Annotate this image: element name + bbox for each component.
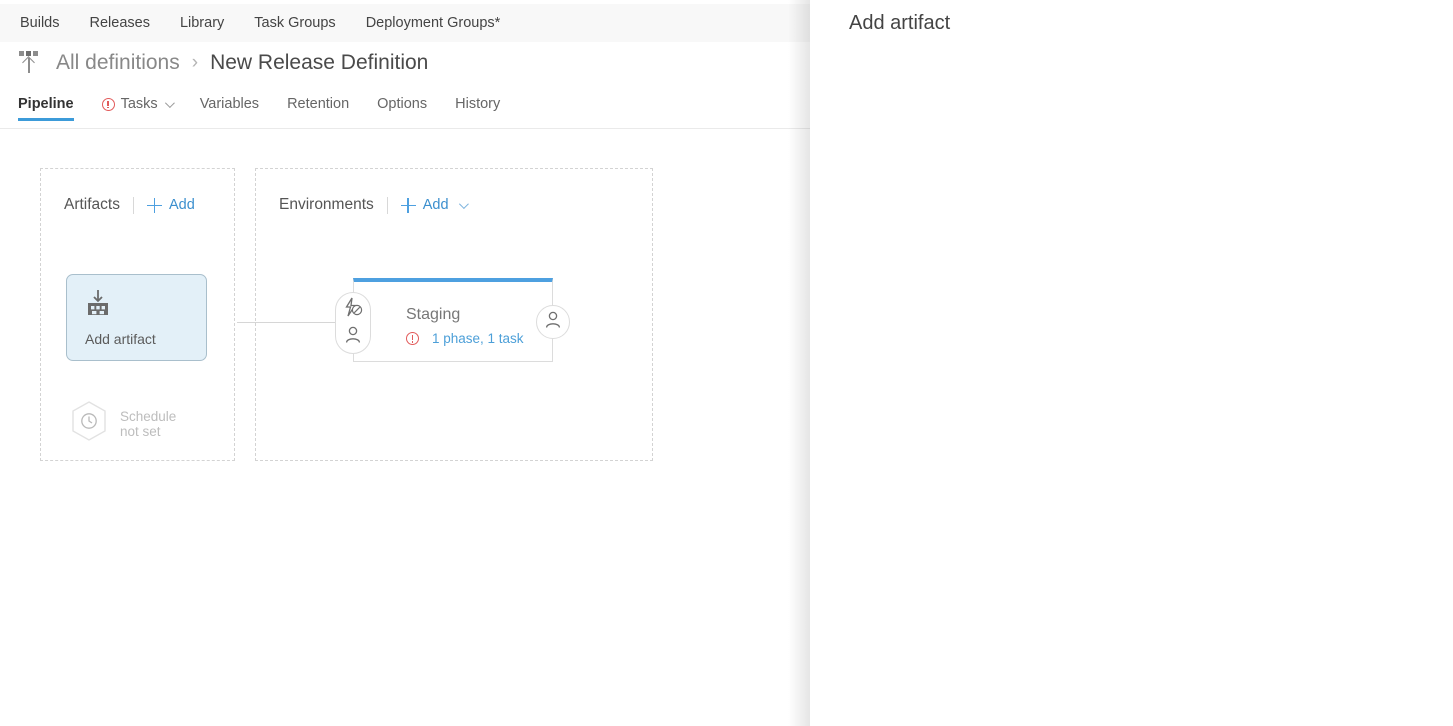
tab-history-label: History: [455, 96, 501, 112]
panel-title: Add artifact: [849, 12, 951, 34]
warning-circle-icon: [101, 97, 115, 111]
person-icon: [343, 326, 363, 349]
pre-deployment-conditions-icon: [342, 297, 364, 322]
chevron-down-icon[interactable]: [458, 198, 469, 209]
nav-item-library[interactable]: Library: [180, 15, 224, 31]
nav-item-builds[interactable]: Builds: [20, 15, 60, 31]
release-definition-icon: [18, 50, 42, 76]
add-artifact-card-label: Add artifact: [85, 331, 156, 347]
schedule-line-2: not set: [120, 423, 161, 439]
pipeline-connector: [237, 322, 335, 323]
environment-status-label: 1 phase, 1 task: [432, 331, 524, 346]
tab-tasks[interactable]: Tasks: [101, 96, 175, 121]
breadcrumb-all-definitions[interactable]: All definitions: [56, 51, 180, 75]
tab-pipeline-label: Pipeline: [18, 96, 74, 112]
tab-bar-divider: [0, 128, 810, 129]
add-artifact-panel: Add artifact Source type: [810, 0, 1453, 726]
warning-circle-icon: [406, 332, 419, 345]
breadcrumb-separator: ›: [191, 52, 199, 73]
add-environment-link[interactable]: Add: [423, 197, 449, 213]
top-navigation: Builds Releases Library Task Groups Depl…: [0, 4, 810, 42]
tab-variables[interactable]: Variables: [200, 96, 259, 121]
build-artifact-icon: [85, 289, 111, 324]
environment-status[interactable]: 1 phase, 1 task: [406, 331, 524, 346]
person-icon: [543, 311, 563, 334]
schedule-trigger[interactable]: Schedule not set: [70, 400, 176, 447]
nav-item-task-groups[interactable]: Task Groups: [254, 15, 335, 31]
tab-tasks-label: Tasks: [120, 96, 158, 112]
tab-variables-label: Variables: [199, 96, 260, 112]
artifacts-title: Artifacts: [64, 196, 120, 213]
nav-item-deployment-groups[interactable]: Deployment Groups*: [366, 15, 501, 31]
environment-name: Staging: [406, 306, 461, 323]
add-artifact-link[interactable]: Add: [169, 197, 195, 213]
clock-icon: [70, 400, 108, 447]
tab-options-label: Options: [377, 96, 428, 112]
environments-title: Environments: [279, 196, 374, 213]
app-root: Builds Releases Library Task Groups Depl…: [0, 0, 1453, 726]
add-artifact-card[interactable]: Add artifact: [66, 274, 207, 361]
pre-deployment-conditions[interactable]: [335, 292, 371, 354]
tab-options[interactable]: Options: [377, 96, 427, 121]
environments-header: Environments Add: [279, 196, 469, 214]
tab-retention-label: Retention: [287, 96, 350, 112]
page-background: Builds Releases Library Task Groups Depl…: [0, 0, 810, 726]
page-title: New Release Definition: [210, 51, 429, 74]
schedule-label: Schedule not set: [120, 409, 176, 439]
post-deployment-approvers[interactable]: [536, 305, 570, 339]
plus-icon[interactable]: [400, 197, 416, 213]
chevron-down-icon: [164, 97, 175, 108]
schedule-line-1: Schedule: [120, 408, 177, 424]
tab-pipeline[interactable]: Pipeline: [18, 96, 74, 121]
divider: [386, 196, 388, 214]
tab-history[interactable]: History: [455, 96, 500, 121]
tab-retention[interactable]: Retention: [287, 96, 349, 121]
nav-item-releases[interactable]: Releases: [90, 15, 150, 31]
plus-icon[interactable]: [146, 197, 162, 213]
breadcrumb: All definitions › New Release Definition: [18, 50, 428, 76]
breadcrumb-bar: All definitions › New Release Definition: [0, 42, 810, 92]
divider: [132, 196, 134, 214]
artifacts-header: Artifacts Add: [64, 196, 195, 214]
panel-shadow: [788, 0, 810, 726]
environment-card-staging[interactable]: Staging 1 phase, 1 task: [353, 278, 553, 362]
tab-bar: Pipeline Tasks Variables Retention Optio…: [18, 96, 528, 121]
